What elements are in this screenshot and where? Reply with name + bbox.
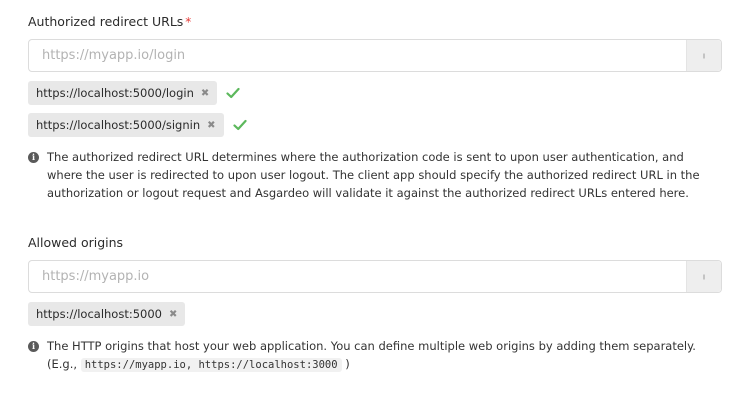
redirect-url-hint-text: The authorized redirect URL determines w…: [47, 150, 700, 200]
redirect-url-input-group: [28, 39, 722, 72]
origin-hint: i The HTTP origins that host your web ap…: [28, 337, 722, 374]
redirect-url-chip: https://localhost:5000/signin ✖: [28, 113, 224, 137]
origin-hint-suffix: ): [345, 357, 350, 371]
close-icon[interactable]: ✖: [207, 120, 215, 131]
origin-input[interactable]: [29, 261, 686, 292]
info-circle-icon: i: [28, 341, 39, 352]
origin-chip-row: https://localhost:5000 ✖: [28, 302, 722, 326]
redirect-url-hint: i The authorized redirect URL determines…: [28, 148, 722, 202]
origin-hint-prefix: (E.g.,: [47, 357, 78, 371]
allowed-origins-label: Allowed origins: [28, 235, 124, 250]
required-indicator: *: [185, 15, 192, 29]
add-redirect-url-button[interactable]: [686, 40, 721, 71]
redirect-urls-label: Authorized redirect URLs *: [28, 14, 722, 30]
redirect-url-input[interactable]: [29, 40, 686, 71]
add-icon: [703, 53, 705, 58]
origin-hint-text: The HTTP origins that host your web appl…: [47, 337, 722, 374]
origin-input-group: [28, 260, 722, 293]
redirect-urls-section: Authorized redirect URLs* https://localh…: [28, 14, 722, 202]
redirect-url-chip: https://localhost:5000/login ✖: [28, 81, 218, 105]
origin-hint-line: The HTTP origins that host your web appl…: [47, 339, 696, 353]
chip-label: https://localhost:5000/login: [36, 86, 194, 100]
info-circle-icon: i: [28, 152, 39, 163]
close-icon[interactable]: ✖: [169, 309, 177, 320]
redirect-urls-label-text: Authorized redirect URLs: [28, 14, 184, 29]
origin-chip: https://localhost:5000 ✖: [28, 302, 186, 326]
chip-label: https://localhost:5000/signin: [36, 118, 201, 132]
redirect-url-chip-row: https://localhost:5000/login ✖: [28, 81, 722, 105]
add-origin-button[interactable]: [686, 261, 721, 292]
allowed-origins-section: Allowed origins https://localhost:5000 ✖…: [28, 235, 722, 374]
check-icon: [232, 119, 247, 131]
add-icon: [703, 274, 705, 279]
redirect-url-chip-row: https://localhost:5000/signin ✖: [28, 113, 722, 137]
close-icon[interactable]: ✖: [201, 88, 209, 99]
chip-label: https://localhost:5000: [36, 307, 162, 321]
origin-example-code: https://myapp.io, https://localhost:3000: [80, 358, 342, 372]
check-icon: [226, 87, 240, 99]
